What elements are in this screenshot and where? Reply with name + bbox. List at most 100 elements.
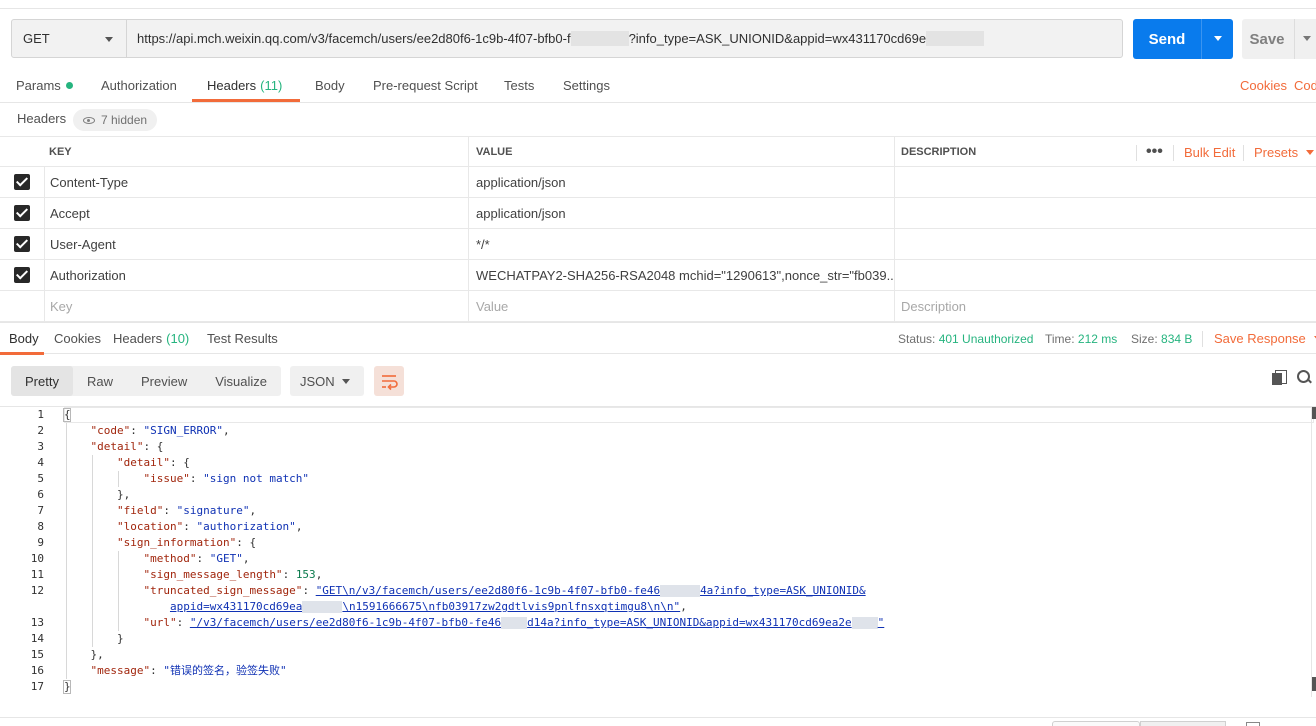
line-number: 4: [37, 456, 44, 469]
code-line: "sign_message_length": 153,: [143, 568, 323, 581]
response-toolbar: Pretty Raw Preview Visualize JSON: [0, 355, 1316, 407]
bottom-tab[interactable]: [1052, 721, 1140, 726]
code-line: {: [64, 408, 71, 421]
save-response-button[interactable]: Save Response: [1214, 323, 1316, 354]
search-icon[interactable]: [1297, 370, 1311, 384]
tab-count: (10): [166, 331, 190, 346]
line-number: 6: [37, 488, 44, 501]
request-tabs: Params Authorization Headers (11) Body P…: [0, 69, 1316, 103]
header-enabled-checkbox[interactable]: [14, 267, 30, 283]
table-row: Content-Type application/json: [0, 167, 1316, 198]
header-enabled-checkbox[interactable]: [14, 205, 30, 221]
tab-body[interactable]: Body: [315, 69, 345, 102]
status-value[interactable]: 401 Unauthorized: [939, 332, 1034, 346]
bottom-status-bar: [0, 717, 1316, 726]
hidden-headers-toggle[interactable]: 7 hidden: [73, 109, 158, 131]
bulk-edit-button[interactable]: Bulk Edit: [1184, 137, 1235, 167]
table-row: User-Agent */*: [0, 229, 1316, 260]
headers-table: KEY VALUE DESCRIPTION ••• Bulk Edit Pres…: [0, 136, 1316, 322]
code-line: "url": "/v3/facemch/users/ee2d80f6-1c9b-…: [143, 616, 885, 629]
url-bar: GET https://api.mch.weixin.qq.com/v3/fac…: [0, 9, 1316, 69]
tab-headers[interactable]: Headers (11): [207, 69, 282, 102]
divider: [1136, 145, 1137, 161]
tab-response-body[interactable]: Body: [9, 323, 39, 354]
method-select[interactable]: GET: [11, 19, 127, 58]
line-number: 3: [37, 440, 44, 453]
line-number: 12: [30, 584, 44, 597]
header-description-cell[interactable]: [894, 260, 1316, 290]
send-button[interactable]: Send: [1133, 19, 1201, 59]
editor-scrollbar-thumb[interactable]: [1312, 407, 1316, 419]
new-key-input[interactable]: Key: [44, 291, 468, 321]
header-description-cell[interactable]: [894, 229, 1316, 259]
line-number: 5: [37, 472, 44, 485]
editor-scrollbar-track[interactable]: [1311, 407, 1316, 697]
view-preview-button[interactable]: Preview: [127, 366, 201, 396]
view-raw-button[interactable]: Raw: [73, 366, 127, 396]
code-line: },: [64, 488, 131, 501]
format-select[interactable]: JSON: [290, 366, 364, 396]
status-label: Status:: [898, 331, 936, 346]
copy-icon[interactable]: [1272, 370, 1287, 386]
new-description-input[interactable]: Description: [894, 291, 1316, 321]
header-enabled-checkbox[interactable]: [14, 174, 30, 190]
code-line: "method": "GET",: [143, 552, 250, 565]
url-input[interactable]: https://api.mch.weixin.qq.com/v3/facemch…: [126, 19, 1123, 58]
save-options-button[interactable]: [1294, 19, 1316, 59]
tab-authorization[interactable]: Authorization: [101, 69, 177, 102]
view-visualize-button[interactable]: Visualize: [201, 366, 281, 396]
time-value[interactable]: 212 ms: [1078, 332, 1117, 346]
divider: [1243, 145, 1244, 161]
header-value-cell[interactable]: application/json: [468, 198, 894, 228]
presets-button[interactable]: Presets: [1254, 137, 1315, 167]
header-key-cell[interactable]: Accept: [44, 198, 468, 228]
size-value[interactable]: 834 B: [1161, 332, 1192, 346]
active-line-highlight: [64, 407, 1314, 423]
tab-label: Body: [315, 78, 345, 93]
tab-response-cookies[interactable]: Cookies: [54, 323, 101, 354]
response-body-editor[interactable]: 1 2 3 4 5 6 7 8 9 10 11 12 13 14 15 16 1…: [0, 406, 1316, 697]
column-header-description: DESCRIPTION: [894, 137, 1316, 167]
line-number: 13: [30, 616, 44, 629]
editor-scrollbar-thumb[interactable]: [1312, 677, 1316, 691]
line-number: 7: [37, 504, 44, 517]
line-number: 16: [30, 664, 44, 677]
wrap-lines-button[interactable]: [374, 366, 404, 396]
code-link[interactable]: Code: [1294, 69, 1316, 102]
tab-pre-request-script[interactable]: Pre-request Script: [373, 69, 478, 102]
chevron-down-icon: [1306, 149, 1315, 155]
header-enabled-checkbox[interactable]: [14, 236, 30, 252]
new-value-input[interactable]: Value: [468, 291, 894, 321]
header-value-cell[interactable]: WECHATPAY2-SHA256-RSA2048 mchid="1290613…: [468, 260, 894, 290]
bottom-tab[interactable]: [1140, 721, 1226, 726]
header-key-cell[interactable]: Content-Type: [44, 167, 468, 197]
cookies-link[interactable]: Cookies: [1240, 69, 1287, 102]
tab-params[interactable]: Params: [16, 69, 73, 102]
headers-subbar: Headers 7 hidden: [0, 103, 1316, 136]
header-value-cell[interactable]: application/json: [468, 167, 894, 197]
response-status: Status: 401 Unauthorized: [898, 323, 1033, 354]
send-options-button[interactable]: [1201, 19, 1233, 59]
layout-icon[interactable]: [1246, 722, 1260, 726]
tab-tests[interactable]: Tests: [504, 69, 534, 102]
tab-test-results[interactable]: Test Results: [207, 323, 278, 354]
more-options-button[interactable]: •••: [1146, 137, 1163, 167]
header-key-cell[interactable]: Authorization: [44, 260, 468, 290]
header-description-cell[interactable]: [894, 198, 1316, 228]
header-key-cell[interactable]: User-Agent: [44, 229, 468, 259]
tab-label: Headers: [207, 78, 257, 93]
code-line: "field": "signature",: [116, 504, 257, 517]
code-line: "location": "authorization",: [116, 520, 303, 533]
eye-icon: [83, 116, 95, 124]
line-number: 9: [37, 536, 44, 549]
header-value-text: WECHATPAY2-SHA256-RSA2048 mchid="1290613: [476, 267, 777, 283]
header-value-cell[interactable]: */*: [468, 229, 894, 259]
save-button[interactable]: Save: [1242, 19, 1292, 59]
header-description-cell[interactable]: [894, 167, 1316, 197]
tab-label: Headers: [113, 331, 163, 346]
tab-response-headers[interactable]: Headers (10): [113, 323, 189, 354]
view-pretty-button[interactable]: Pretty: [11, 366, 73, 396]
response-tabs: Body Cookies Headers (10) Test Results S…: [0, 322, 1316, 355]
code-line: "issue": "sign not match": [143, 472, 310, 485]
tab-settings[interactable]: Settings: [563, 69, 610, 102]
